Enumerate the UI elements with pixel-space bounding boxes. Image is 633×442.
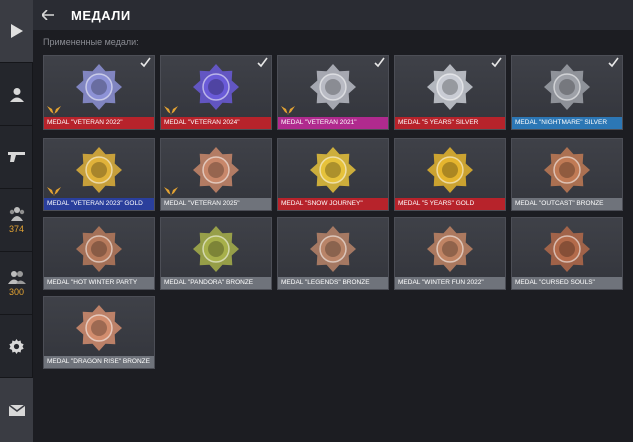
dragon-rise-bronze-medal-icon (76, 305, 122, 351)
medal-label: MEDAL "CURSED SOULS" (512, 277, 622, 289)
gear-icon (9, 338, 24, 354)
veteran-2025-medal-icon (193, 147, 239, 193)
medal-card[interactable]: MEDAL "NIGHTMARE" SILVER (511, 55, 623, 130)
medal-label: MEDAL "VETERAN 2022" (44, 117, 154, 129)
medal-label: MEDAL "VETERAN 2025" (161, 198, 271, 210)
pandora-bronze-medal-icon (193, 226, 239, 272)
medal-label: MEDAL "VETERAN 2024" (161, 117, 271, 129)
envelope-icon (8, 404, 25, 416)
user-icon (9, 87, 24, 102)
medal-label: MEDAL "SNOW JOURNEY" (278, 198, 388, 210)
medal-label: MEDAL "VETERAN 2023" GOLD (44, 198, 154, 210)
veteran-2021-medal-icon (310, 64, 356, 110)
medal-label: MEDAL "LEGENDS" BRONZE (278, 277, 388, 289)
clan-nav-button[interactable]: 374 (0, 189, 33, 252)
medal-card[interactable]: MEDAL "WINTER FUN 2022" (394, 217, 506, 290)
friends-nav-button[interactable]: 300 (0, 252, 33, 315)
arrow-left-icon (42, 10, 54, 20)
medal-label: MEDAL "5 YEARS" GOLD (395, 198, 505, 210)
medal-card[interactable]: MEDAL "OUTCAST" BRONZE (511, 138, 623, 211)
friends-icon (7, 270, 26, 284)
checkmark-icon (374, 57, 385, 68)
medal-card[interactable]: MEDAL "DRAGON RISE" BRONZE (43, 296, 155, 369)
rank-wings-icon (281, 106, 295, 115)
veteran-2023-gold-medal-icon (76, 147, 122, 193)
weapons-nav-button[interactable] (0, 126, 33, 189)
medal-card[interactable]: MEDAL "VETERAN 2022" (43, 55, 155, 130)
medal-card[interactable]: MEDAL "VETERAN 2023" GOLD (43, 138, 155, 211)
winter-fun-2022-medal-icon (427, 226, 473, 272)
medal-card[interactable]: MEDAL "LEGENDS" BRONZE (277, 217, 389, 290)
medal-card[interactable]: MEDAL "PANDORA" BRONZE (160, 217, 272, 290)
medal-card[interactable]: MEDAL "HOT WINTER PARTY (43, 217, 155, 290)
page-header: МЕДАЛИ (33, 0, 633, 30)
snow-journey-medal-icon (310, 147, 356, 193)
medal-label: MEDAL "HOT WINTER PARTY (44, 277, 154, 289)
medal-label: MEDAL "5 YEARS" SILVER (395, 117, 505, 129)
checkmark-icon (608, 57, 619, 68)
veteran-2024-medal-icon (193, 64, 239, 110)
medal-label: MEDAL "WINTER FUN 2022" (395, 277, 505, 289)
five-years-silver-medal-icon (427, 64, 473, 110)
profile-nav-button[interactable] (0, 63, 33, 126)
rank-wings-icon (164, 187, 178, 196)
medal-label: MEDAL "NIGHTMARE" SILVER (512, 117, 622, 129)
medal-card[interactable]: MEDAL "CURSED SOULS" (511, 217, 623, 290)
rank-wings-icon (164, 106, 178, 115)
play-button[interactable] (0, 0, 33, 63)
hot-winter-party-medal-icon (76, 226, 122, 272)
clan-count: 374 (8, 224, 25, 234)
checkmark-icon (491, 57, 502, 68)
medal-card[interactable]: MEDAL "VETERAN 2025" (160, 138, 272, 211)
back-button[interactable] (33, 0, 63, 30)
rank-wings-icon (47, 187, 61, 196)
medal-card[interactable]: MEDAL "VETERAN 2024" (160, 55, 272, 130)
veteran-2022-medal-icon (76, 64, 122, 110)
medal-card[interactable]: MEDAL "VETERAN 2021" (277, 55, 389, 130)
clan-icon (9, 207, 24, 221)
left-nav-rail: 374 300 (0, 0, 33, 442)
mail-nav-button[interactable] (0, 378, 33, 442)
page-title: МЕДАЛИ (71, 7, 131, 23)
medal-card[interactable]: MEDAL "5 YEARS" GOLD (394, 138, 506, 211)
nightmare-silver-medal-icon (544, 64, 590, 110)
medal-label: MEDAL "OUTCAST" BRONZE (512, 198, 622, 210)
pistol-icon (7, 152, 25, 162)
medal-label: MEDAL "PANDORA" BRONZE (161, 277, 271, 289)
rank-wings-icon (47, 106, 61, 115)
medal-card[interactable]: MEDAL "5 YEARS" SILVER (394, 55, 506, 130)
applied-medals-label: Примененные медали: (43, 37, 139, 47)
legends-bronze-medal-icon (310, 226, 356, 272)
five-years-gold-medal-icon (427, 147, 473, 193)
settings-nav-button[interactable] (0, 315, 33, 378)
cursed-souls-medal-icon (544, 226, 590, 272)
medal-label: MEDAL "VETERAN 2021" (278, 117, 388, 129)
outcast-bronze-medal-icon (544, 147, 590, 193)
medal-card[interactable]: MEDAL "SNOW JOURNEY" (277, 138, 389, 211)
checkmark-icon (140, 57, 151, 68)
play-icon (10, 24, 23, 38)
checkmark-icon (257, 57, 268, 68)
friends-count: 300 (8, 286, 25, 297)
medal-label: MEDAL "DRAGON RISE" BRONZE (44, 356, 154, 368)
